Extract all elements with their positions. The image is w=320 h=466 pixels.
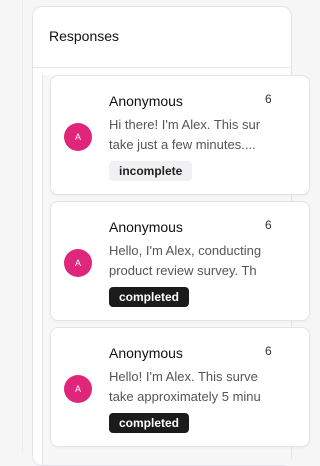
response-snippet: Hello! I'm Alex. This surve take approxi… [109,367,309,407]
snippet-line: product review survey. Th [109,263,257,278]
status-badge: completed [109,413,190,433]
response-author: Anonymous [109,345,183,361]
response-card[interactable]: A Anonymous 6 Hello, I'm Alex, conductin… [50,201,310,321]
response-author: Anonymous [109,219,183,235]
status-badge: incomplete [109,161,193,181]
response-card[interactable]: A Anonymous 6 Hello! I'm Alex. This surv… [50,327,310,447]
avatar: A [64,249,92,277]
panel-title: Responses [49,28,120,44]
snippet-line: take approximately 5 minu [109,389,261,404]
status-badge: completed [109,287,190,307]
response-time: 6 [265,92,272,106]
responses-panel: Responses A Anonymous 6 Hi there! I'm Al… [32,6,310,466]
snippet-line: Hello! I'm Alex. This surve [109,369,258,384]
snippet-line: take just a few minutes.... [109,137,256,152]
response-snippet: Hi there! I'm Alex. This sur take just a… [109,115,309,155]
response-time: 6 [265,344,272,358]
snippet-line: Hi there! I'm Alex. This sur [109,117,261,132]
response-time: 6 [265,218,272,232]
avatar: A [64,123,92,151]
response-list: A Anonymous 6 Hi there! I'm Alex. This s… [42,75,310,465]
panel-header: Responses [33,7,291,68]
avatar: A [64,375,92,403]
response-author: Anonymous [109,93,183,109]
snippet-line: Hello, I'm Alex, conducting [109,243,262,258]
response-card[interactable]: A Anonymous 6 Hi there! I'm Alex. This s… [50,75,310,195]
left-rail [0,0,23,453]
response-snippet: Hello, I'm Alex, conducting product revi… [109,241,309,281]
